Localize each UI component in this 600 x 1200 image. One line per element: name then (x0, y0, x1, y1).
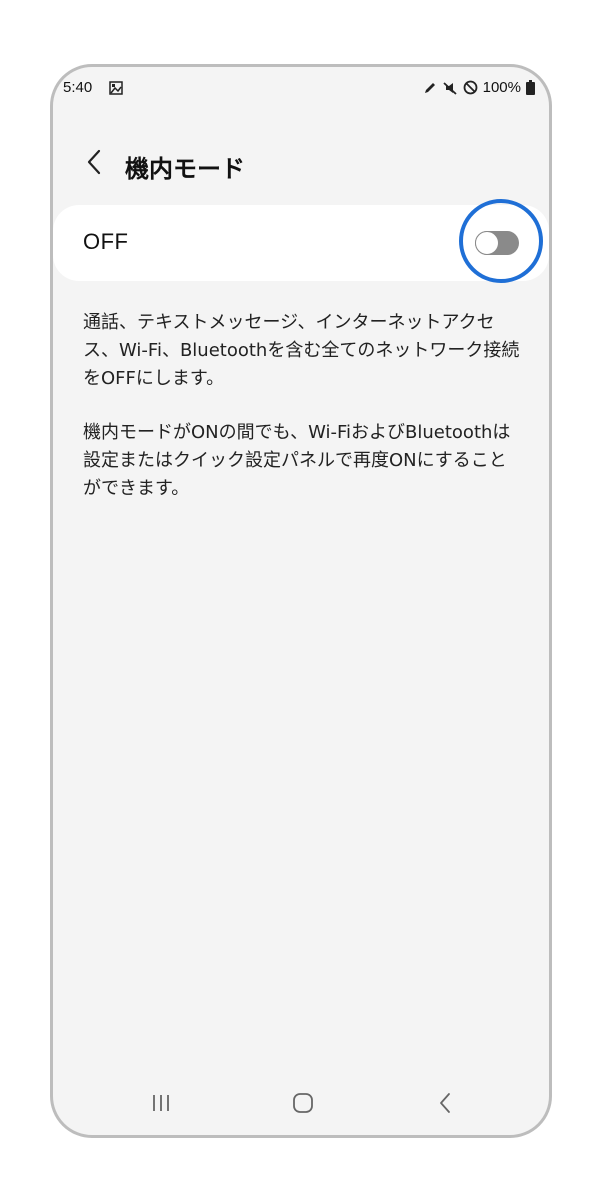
page-title: 機内モード (125, 155, 245, 183)
status-time: 5:40 (63, 79, 93, 96)
status-icons: 100% (423, 79, 535, 96)
home-icon (292, 1092, 314, 1118)
recent-apps-button[interactable] (141, 1089, 181, 1121)
chevron-left-icon (86, 149, 102, 179)
airplane-mode-state-label: OFF (83, 229, 129, 254)
description-paragraph-2: 機内モードがONの間でも、Wi-FiおよびBluetoothは設定またはクイック… (83, 422, 511, 499)
battery-text: 100% (482, 79, 521, 96)
description-paragraph-1: 通話、テキストメッセージ、インターネットアクセス、Wi-Fi、Bluetooth… (83, 312, 520, 389)
battery-icon (526, 80, 535, 95)
phone-screen: 5:40 100% 機内モード OFF 通話、テキストメッセージ、インターネット… (50, 64, 552, 1138)
header: 機内モード (53, 139, 549, 189)
back-button[interactable] (77, 147, 111, 181)
mute-icon (442, 81, 458, 95)
pen-icon (423, 81, 437, 95)
airplane-mode-card[interactable]: OFF (53, 205, 549, 281)
switch-knob (475, 231, 499, 255)
airplane-mode-switch[interactable] (475, 231, 519, 255)
do-not-disturb-icon (463, 80, 478, 95)
recent-apps-icon (150, 1093, 172, 1117)
status-bar: 5:40 100% (53, 67, 549, 113)
nav-back-icon (438, 1092, 452, 1118)
home-button[interactable] (283, 1089, 323, 1121)
navigation-bar (53, 1075, 549, 1135)
gallery-icon (109, 80, 123, 95)
nav-back-button[interactable] (425, 1089, 465, 1121)
